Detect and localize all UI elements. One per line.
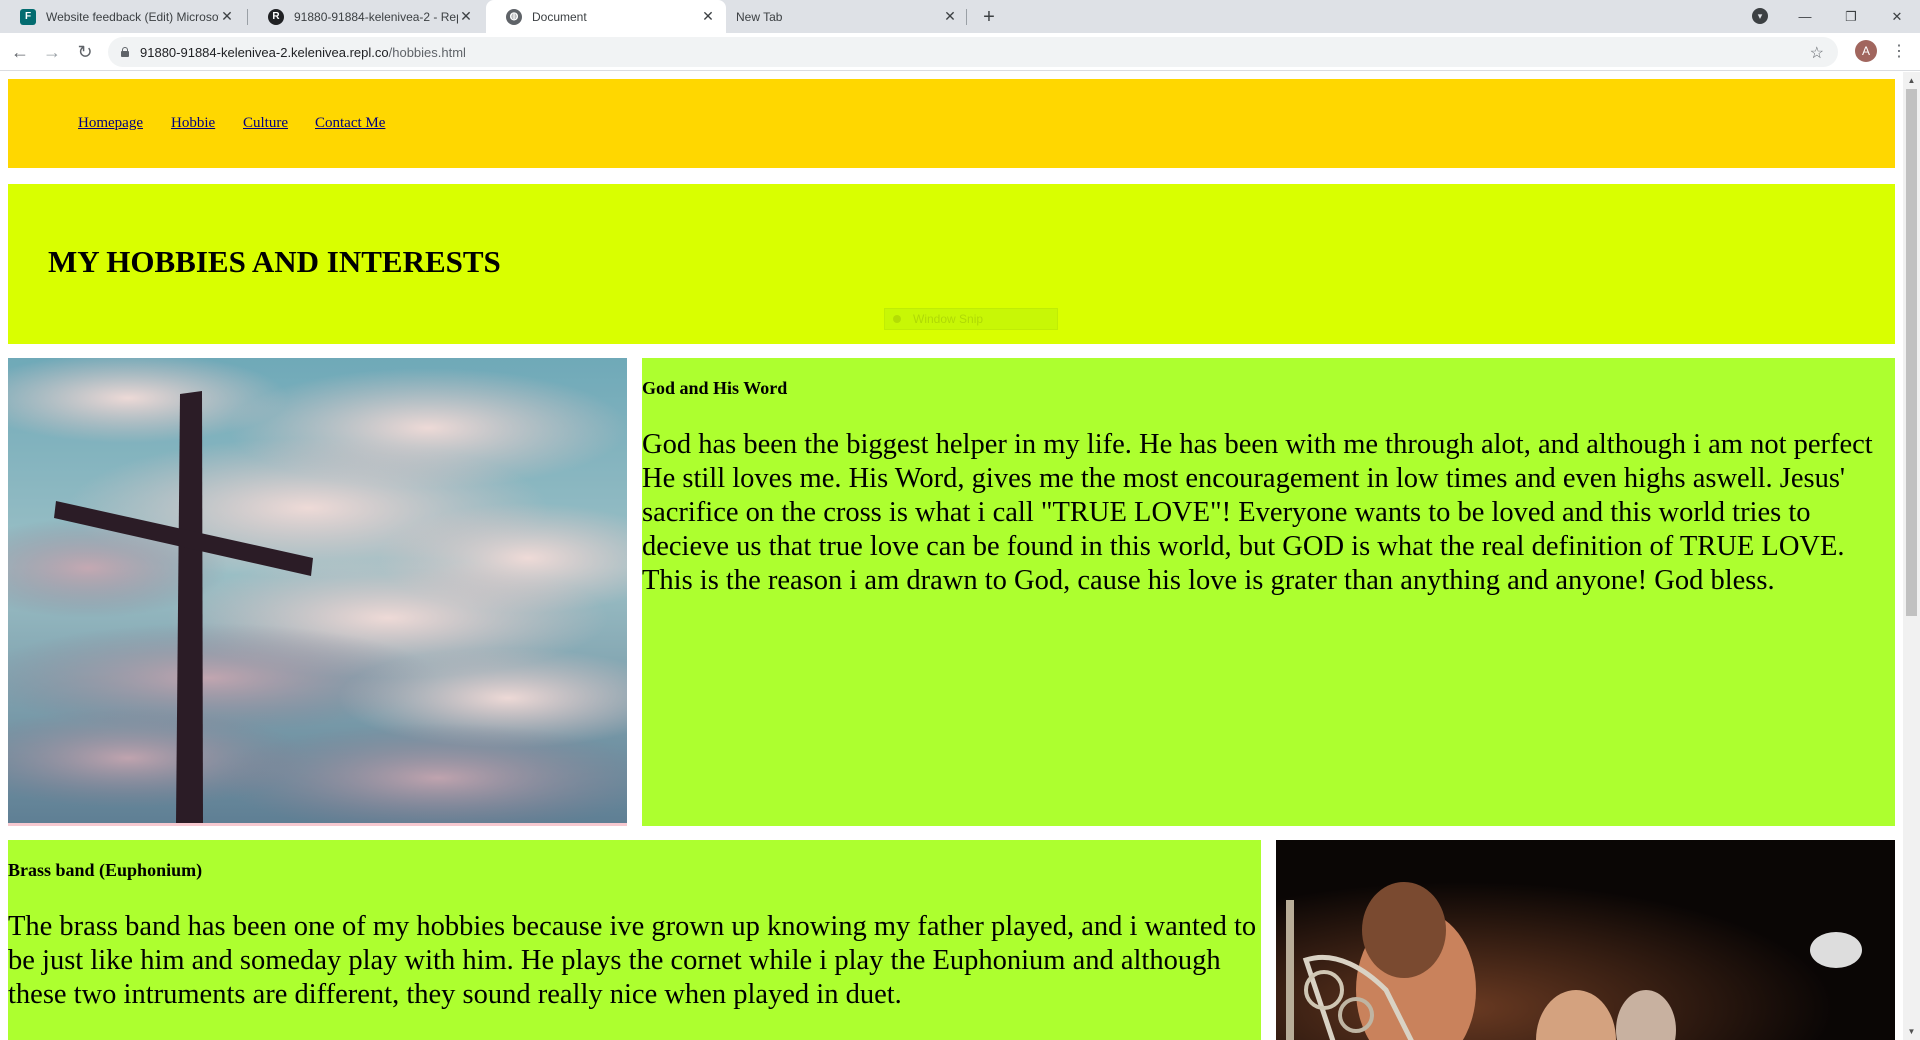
tab-close-icon[interactable]: ✕ — [942, 8, 958, 25]
page-title: MY HOBBIES AND INTERESTS — [48, 244, 501, 279]
tab-close-icon[interactable]: ✕ — [458, 8, 474, 25]
nav-link-hobbies[interactable]: Hobbie — [171, 115, 215, 132]
tab-close-icon[interactable]: ✕ — [219, 8, 235, 25]
scroll-down-icon[interactable]: ▼ — [1903, 1023, 1920, 1040]
snip-icon — [893, 315, 901, 323]
browser-toolbar: ← → ↻ 91880-91884-kelenivea-2.kelenivea.… — [0, 33, 1920, 71]
replit-icon: R — [268, 8, 284, 25]
lock-icon[interactable] — [120, 47, 130, 57]
bookmark-star-icon[interactable]: ☆ — [1810, 43, 1824, 63]
tab-title: 91880-91884-kelenivea-2 - Replit — [294, 9, 458, 24]
tab-separator — [966, 9, 967, 25]
tab-search-icon[interactable]: ▾ — [1752, 8, 1768, 24]
tab-title: New Tab — [736, 9, 783, 24]
section-title: Brass band (Euphonium) — [8, 860, 203, 880]
page-viewport: Homepage Hobbie Culture Contact Me MY HO… — [0, 72, 1903, 1040]
new-tab-button[interactable]: + — [976, 4, 1002, 30]
minimize-button[interactable]: — — [1782, 0, 1828, 33]
window-snip-overlay: Window Snip — [884, 308, 1058, 330]
cross-image — [8, 358, 627, 826]
tab-title: Document — [532, 9, 587, 24]
snip-label: Window Snip — [913, 312, 984, 326]
restore-button[interactable]: ❐ — [1828, 0, 1874, 33]
close-window-button[interactable]: ✕ — [1874, 0, 1920, 33]
menu-icon[interactable]: ⋮ — [1889, 40, 1909, 62]
tab-replit[interactable]: R 91880-91884-kelenivea-2 - Replit ✕ — [248, 0, 484, 33]
site-navbar: Homepage Hobbie Culture Contact Me — [8, 79, 1895, 168]
section-body: God has been the biggest helper in my li… — [642, 429, 1873, 596]
forward-icon[interactable]: → — [38, 38, 66, 66]
tab-document[interactable]: ◍ Document ✕ — [486, 0, 726, 33]
section-faith: God and His Word God has been the bigges… — [642, 358, 1895, 826]
section-body: The brass band has been one of my hobbie… — [8, 911, 1257, 1010]
section-brass-band: Brass band (Euphonium) The brass band ha… — [8, 840, 1261, 1040]
reload-icon[interactable]: ↻ — [71, 38, 99, 66]
tab-title: Website feedback (Edit) Microsoft Forms — [46, 9, 219, 24]
tab-new-tab[interactable]: New Tab ✕ — [728, 0, 968, 33]
section-title: God and His Word — [642, 378, 788, 398]
profile-avatar[interactable]: A — [1855, 40, 1877, 62]
globe-icon: ◍ — [506, 8, 522, 25]
page-scrollbar[interactable]: ▲ ▼ — [1903, 72, 1920, 1040]
back-icon[interactable]: ← — [6, 38, 34, 66]
nav-link-homepage[interactable]: Homepage — [78, 115, 143, 132]
scroll-up-icon[interactable]: ▲ — [1903, 72, 1920, 89]
nav-link-culture[interactable]: Culture — [243, 115, 288, 132]
scrollbar-thumb[interactable] — [1906, 89, 1917, 616]
nav-link-contact[interactable]: Contact Me — [315, 115, 385, 132]
forms-icon: F — [20, 8, 36, 25]
tab-close-icon[interactable]: ✕ — [700, 8, 716, 25]
tab-forms[interactable]: F Website feedback (Edit) Microsoft Form… — [0, 0, 245, 33]
url-text[interactable]: 91880-91884-kelenivea-2.kelenivea.repl.c… — [140, 45, 466, 60]
address-bar[interactable]: 91880-91884-kelenivea-2.kelenivea.repl.c… — [108, 37, 1838, 67]
tab-strip: F Website feedback (Edit) Microsoft Form… — [0, 0, 1920, 33]
brass-band-image — [1276, 840, 1895, 1040]
